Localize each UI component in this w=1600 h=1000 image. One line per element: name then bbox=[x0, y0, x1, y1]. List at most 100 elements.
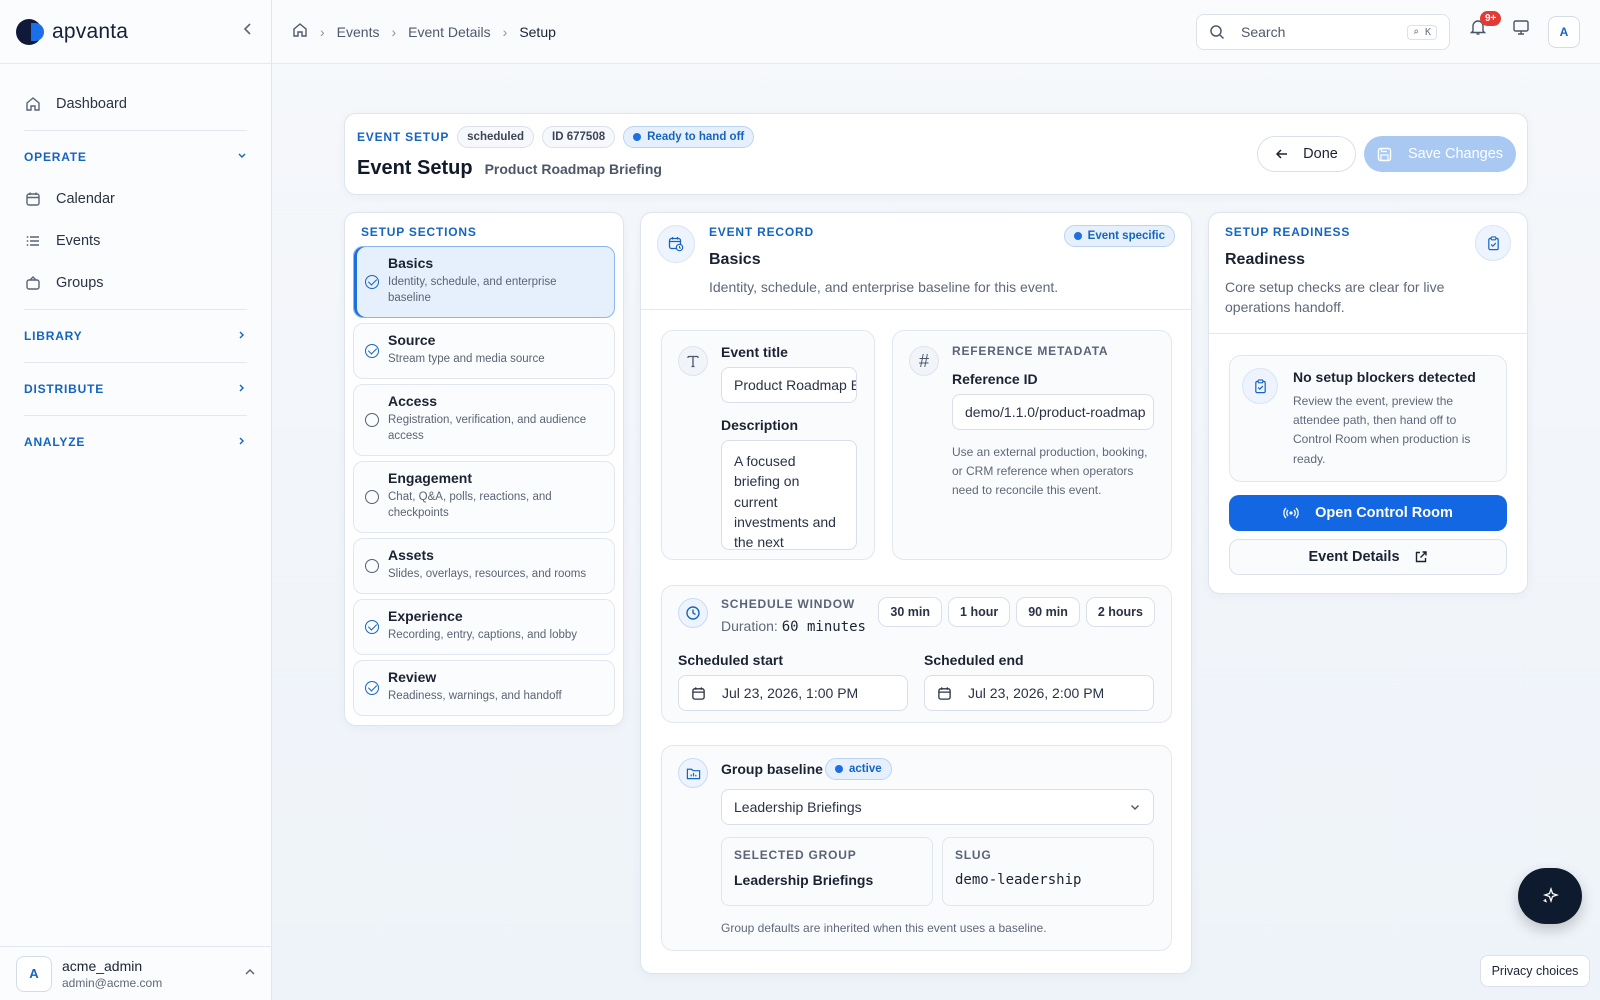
nav-section-distribute[interactable]: DISTRIBUTE bbox=[16, 369, 255, 409]
slug-value: demo-leadership bbox=[955, 872, 1082, 888]
nav-dashboard-label: Dashboard bbox=[56, 96, 127, 112]
section-item-source[interactable]: Source Stream type and media source bbox=[353, 323, 615, 379]
event-title-input[interactable]: Product Roadmap Briefing bbox=[721, 367, 857, 403]
chevron-right-icon: › bbox=[320, 23, 325, 40]
section-description: Chat, Q&A, polls, reactions, and checkpo… bbox=[388, 491, 552, 520]
avatar[interactable]: A bbox=[1548, 16, 1580, 48]
done-label: Done bbox=[1303, 146, 1338, 162]
monitor-icon[interactable] bbox=[1512, 18, 1530, 39]
end-datetime-input[interactable]: Jul 23, 2026, 2:00 PM bbox=[924, 675, 1154, 711]
collapse-sidebar-icon[interactable] bbox=[241, 22, 255, 41]
breadcrumb-event-details[interactable]: Event Details bbox=[408, 24, 490, 40]
start-datetime-input[interactable]: Jul 23, 2026, 1:00 PM bbox=[678, 675, 908, 711]
chevron-up-icon bbox=[244, 966, 256, 981]
brand-bar: apvanta bbox=[0, 0, 271, 64]
readiness-description: Core setup checks are clear for live ope… bbox=[1225, 279, 1445, 316]
preset-30-min-button[interactable]: 30 min bbox=[878, 597, 943, 627]
slug-eyebrow: SLUG bbox=[955, 848, 992, 862]
event-details-label: Event Details bbox=[1308, 549, 1400, 565]
empty-circle-icon bbox=[365, 559, 379, 573]
empty-circle-icon bbox=[365, 490, 379, 504]
nav-section-label: OPERATE bbox=[24, 150, 87, 164]
search-shortcut: ⌕ K bbox=[1406, 24, 1437, 40]
breadcrumb-current: Setup bbox=[519, 23, 556, 40]
open-control-room-label: Open Control Room bbox=[1315, 505, 1453, 521]
group-help: Group defaults are inherited when this e… bbox=[721, 921, 1047, 935]
section-item-assets[interactable]: Assets Slides, overlays, resources, and r… bbox=[353, 538, 615, 594]
readiness-title: Readiness bbox=[1225, 251, 1306, 268]
check-circle-icon bbox=[365, 344, 379, 358]
duration-presets: 30 min 1 hour 90 min 2 hours bbox=[872, 597, 1155, 627]
privacy-choices-button[interactable]: Privacy choices bbox=[1480, 955, 1590, 987]
folder-chart-icon bbox=[678, 758, 708, 788]
selected-group-value: Leadership Briefings bbox=[734, 872, 874, 888]
chevron-down-icon bbox=[237, 150, 247, 164]
user-menu[interactable]: A acme_admin admin@acme.com bbox=[0, 946, 272, 1000]
home-icon bbox=[24, 95, 42, 113]
section-item-review[interactable]: Review Readiness, warnings, and handoff bbox=[353, 660, 615, 716]
nav-section-label: DISTRIBUTE bbox=[24, 382, 104, 396]
save-changes-button[interactable]: Save Changes bbox=[1364, 136, 1516, 172]
divider bbox=[24, 309, 247, 310]
status-dot-icon bbox=[633, 133, 642, 141]
schedule-card: SCHEDULE WINDOW Duration: 60 minutes 30 … bbox=[661, 585, 1172, 723]
clipboard-check-icon bbox=[1242, 368, 1278, 404]
preset-2-hours-button[interactable]: 2 hours bbox=[1085, 597, 1155, 627]
home-icon[interactable] bbox=[292, 22, 308, 41]
search-input[interactable]: Search ⌕ K bbox=[1196, 14, 1450, 50]
check-circle-icon bbox=[365, 275, 379, 289]
clock-icon bbox=[678, 598, 708, 628]
reference-id-input[interactable]: demo/1.1.0/product-roadmap bbox=[952, 394, 1154, 430]
header-chips: EVENT SETUP scheduled ID 677508 Ready to… bbox=[357, 126, 755, 148]
group-select-value: Leadership Briefings bbox=[734, 799, 862, 815]
nav-section-operate[interactable]: OPERATE bbox=[16, 137, 255, 177]
arrow-left-icon bbox=[1275, 147, 1289, 161]
section-description: Registration, verification, and audience… bbox=[388, 414, 587, 443]
hash-icon: # bbox=[909, 346, 939, 376]
readiness-eyebrow: SETUP READINESS bbox=[1225, 225, 1351, 239]
start-value: Jul 23, 2026, 1:00 PM bbox=[722, 685, 859, 701]
ready-badge-label: Ready to hand off bbox=[647, 131, 745, 143]
section-item-basics[interactable]: Basics Identity, schedule, and enterprise… bbox=[353, 246, 615, 318]
status-dot-icon bbox=[835, 765, 843, 773]
event-details-button[interactable]: Event Details bbox=[1229, 539, 1507, 575]
search-placeholder: Search bbox=[1241, 24, 1286, 40]
sparkle-icon bbox=[1541, 887, 1559, 905]
topbar: › Events › Event Details › Setup Search … bbox=[272, 0, 1600, 64]
avatar: A bbox=[16, 955, 52, 992]
breadcrumb: › Events › Event Details › Setup bbox=[292, 22, 556, 41]
group-select[interactable]: Leadership Briefings bbox=[721, 789, 1154, 825]
duration-row: Duration: 60 minutes bbox=[721, 618, 866, 635]
nav-events[interactable]: Events bbox=[16, 221, 255, 261]
section-title: Source bbox=[388, 332, 436, 348]
assistant-sparkle-button[interactable] bbox=[1518, 868, 1582, 924]
section-title: Review bbox=[388, 669, 437, 685]
save-icon bbox=[1377, 147, 1392, 162]
open-control-room-button[interactable]: Open Control Room bbox=[1229, 495, 1507, 531]
text-type-icon bbox=[678, 346, 708, 376]
calendar-clock-icon bbox=[657, 225, 695, 263]
description-textarea[interactable]: A focused briefing on current investment… bbox=[721, 440, 857, 550]
nav-calendar[interactable]: Calendar bbox=[16, 179, 255, 219]
sidebar: apvanta Dashboard OPERATE Calendar Event… bbox=[0, 0, 272, 1000]
reference-card: # REFERENCE METADATA Reference ID demo/1… bbox=[892, 330, 1172, 560]
section-item-engagement[interactable]: Engagement Chat, Q&A, polls, reactions, a… bbox=[353, 461, 615, 533]
section-description: Identity, schedule, and enterprise basel… bbox=[388, 276, 557, 305]
nav-section-analyze[interactable]: ANALYZE bbox=[16, 422, 255, 462]
event-setup-header: EVENT SETUP scheduled ID 677508 Ready to… bbox=[344, 113, 1528, 195]
nav-dashboard[interactable]: Dashboard bbox=[16, 84, 255, 124]
chevron-right-icon bbox=[237, 382, 247, 396]
nav-section-library[interactable]: LIBRARY bbox=[16, 316, 255, 356]
nav-groups[interactable]: Groups bbox=[16, 263, 255, 303]
preset-1-hour-button[interactable]: 1 hour bbox=[948, 597, 1011, 627]
section-item-access[interactable]: Access Registration, verification, and au… bbox=[353, 384, 615, 456]
breadcrumb-events[interactable]: Events bbox=[337, 24, 380, 40]
section-item-experience[interactable]: Experience Recording, entry, captions, an… bbox=[353, 599, 615, 655]
sections-list: Basics Identity, schedule, and enterprise… bbox=[353, 246, 615, 716]
nav-groups-label: Groups bbox=[56, 275, 104, 291]
preset-90-min-button[interactable]: 90 min bbox=[1016, 597, 1080, 627]
done-button[interactable]: Done bbox=[1257, 136, 1356, 172]
nav-calendar-label: Calendar bbox=[56, 191, 115, 207]
selected-group-box: SELECTED GROUP Leadership Briefings bbox=[721, 837, 933, 906]
check-circle-icon bbox=[365, 681, 379, 695]
